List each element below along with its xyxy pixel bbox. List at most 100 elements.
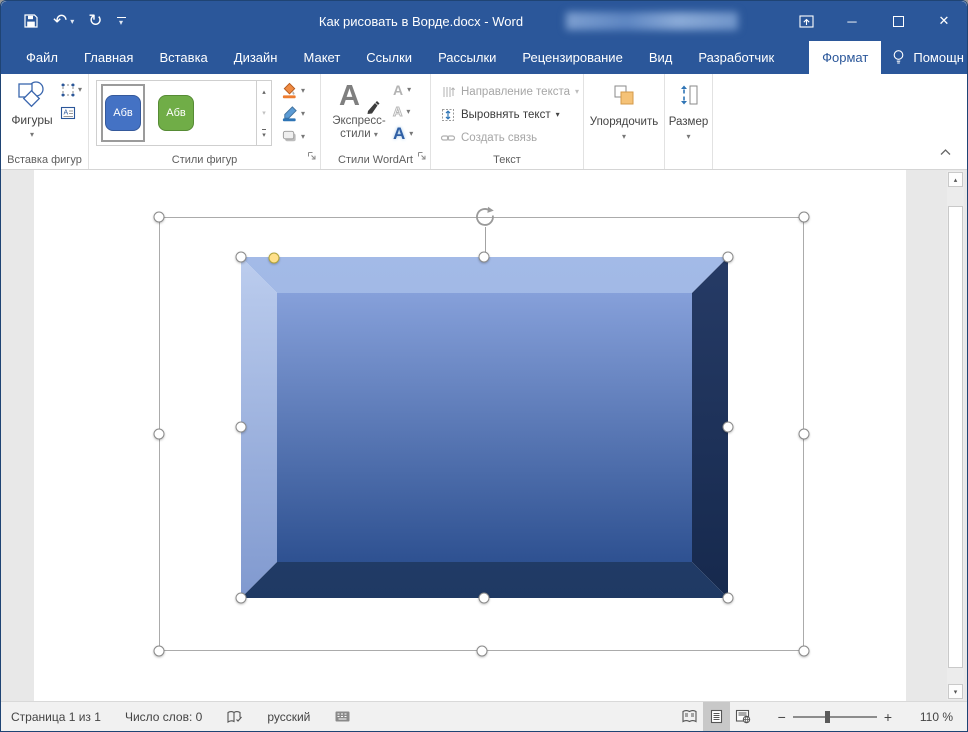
align-text-label: Выровнять текст [461, 109, 551, 121]
canvas-handle-mid-left[interactable] [154, 429, 165, 440]
beveled-rectangle-shape[interactable] [241, 257, 728, 598]
scrollbar-thumb[interactable] [948, 206, 963, 668]
text-direction-icon [440, 84, 456, 100]
size-caret-icon: ▾ [686, 133, 690, 141]
zoom-in-button[interactable]: + [877, 709, 899, 725]
canvas-handle-top-left[interactable] [154, 212, 165, 223]
wordart-dialog-launcher-icon[interactable] [417, 148, 427, 166]
collapse-ribbon-button[interactable] [940, 143, 951, 161]
canvas-handle-bottom-mid[interactable] [477, 646, 488, 657]
zoom-control: − + [771, 709, 899, 725]
group-size: Размер ▾ [665, 74, 713, 169]
shape-effects-button[interactable]: ▾ [281, 127, 305, 146]
window-controls: ─ ✕ [783, 1, 967, 41]
tab-file[interactable]: Файл [13, 41, 71, 74]
tab-insert[interactable]: Вставка [146, 41, 220, 74]
create-link-label: Создать связь [461, 132, 537, 144]
edit-shape-button[interactable]: ▾ [60, 82, 82, 98]
shape-styles-dialog-launcher-icon[interactable] [307, 148, 317, 166]
ribbon-display-options-button[interactable] [783, 1, 829, 41]
text-direction-button[interactable]: Направление текста ▾ [440, 83, 583, 100]
size-icon [678, 83, 700, 107]
group-text: Направление текста ▾ Выровнять текст ▾ С… [431, 74, 584, 169]
gallery-scroll-up-icon[interactable]: ▴ [257, 81, 271, 102]
text-box-button[interactable]: А [60, 105, 82, 121]
scroll-up-icon[interactable]: ▴ [948, 172, 963, 187]
save-icon[interactable] [23, 13, 39, 29]
tab-references[interactable]: Ссылки [353, 41, 425, 74]
text-effects-caret-icon: ▾ [409, 130, 413, 138]
rotation-handle[interactable] [474, 206, 496, 233]
shape-style-2[interactable]: Абв [154, 84, 198, 142]
proofing-status-button[interactable] [226, 709, 243, 725]
canvas-handle-mid-right[interactable] [799, 429, 810, 440]
maximize-button[interactable] [875, 1, 921, 41]
tab-view[interactable]: Вид [636, 41, 686, 74]
gallery-more-button[interactable]: ▾ [257, 124, 271, 145]
tell-me-helper[interactable]: Помощн [881, 49, 968, 66]
shape-handle-top-right[interactable] [723, 252, 734, 263]
text-fill-button[interactable]: А ▾ [393, 79, 413, 100]
text-effects-button[interactable]: А ▾ [393, 123, 413, 144]
shape-fill-button[interactable]: ▾ [281, 81, 305, 100]
text-outline-caret-icon: ▾ [406, 108, 410, 116]
shape-adjust-handle[interactable] [269, 253, 280, 264]
shape-face [277, 293, 692, 562]
undo-button[interactable]: ↶ ▾ [53, 11, 74, 31]
tab-layout[interactable]: Макет [290, 41, 353, 74]
shape-handle-bottom-left[interactable] [236, 593, 247, 604]
page-indicator[interactable]: Страница 1 из 1 [11, 710, 101, 724]
undo-caret-icon[interactable]: ▾ [70, 17, 74, 26]
text-outline-button[interactable]: А ▾ [393, 101, 413, 122]
edit-shape-caret-icon: ▾ [78, 86, 82, 94]
tab-review[interactable]: Рецензирование [509, 41, 635, 74]
arrange-caret-icon: ▾ [622, 133, 626, 141]
gallery-scroll-down-icon[interactable]: ▾ [257, 102, 271, 123]
language-indicator[interactable]: русский [267, 710, 310, 724]
scroll-down-icon[interactable]: ▾ [948, 684, 963, 699]
vertical-scrollbar[interactable]: ▴ ▾ [947, 171, 964, 700]
status-bar: Страница 1 из 1 Число слов: 0 русский [1, 701, 967, 731]
customize-qat-button[interactable]: ▾ [117, 17, 126, 25]
shape-handle-bottom-right[interactable] [723, 593, 734, 604]
tab-design[interactable]: Дизайн [221, 41, 291, 74]
create-link-button[interactable]: Создать связь [440, 129, 583, 146]
tab-home[interactable]: Главная [71, 41, 146, 74]
document-area: ▴ ▾ [1, 170, 967, 703]
arrange-button[interactable]: Упорядочить ▾ [584, 74, 664, 169]
tab-format-active[interactable]: Формат [809, 41, 881, 74]
redo-icon: ↻ [88, 11, 102, 31]
input-language-button[interactable] [334, 709, 351, 724]
word-count[interactable]: Число слов: 0 [125, 710, 202, 724]
shape-handle-mid-right[interactable] [723, 422, 734, 433]
chevron-up-icon [940, 149, 951, 156]
tab-mailings[interactable]: Рассылки [425, 41, 509, 74]
size-button[interactable]: Размер ▾ [665, 74, 712, 169]
shape-style-1-selected[interactable]: Абв [101, 84, 145, 142]
zoom-out-button[interactable]: − [771, 709, 793, 725]
zoom-percentage[interactable]: 110 % [905, 710, 953, 724]
shape-handle-mid-left[interactable] [236, 422, 247, 433]
minimize-button[interactable]: ─ [829, 1, 875, 41]
shape-handle-bottom-mid[interactable] [479, 593, 490, 604]
close-button[interactable]: ✕ [921, 1, 967, 41]
quick-styles-label-2: стили [340, 128, 371, 140]
tab-developer[interactable]: Разработчик [685, 41, 787, 74]
redo-button[interactable]: ↻ [88, 11, 102, 31]
print-layout-button[interactable] [703, 702, 730, 731]
canvas-handle-bottom-left[interactable] [154, 646, 165, 657]
zoom-slider-thumb[interactable] [825, 711, 830, 723]
shape-handle-top-left[interactable] [236, 252, 247, 263]
web-layout-button[interactable] [730, 702, 757, 731]
canvas-handle-bottom-right[interactable] [799, 646, 810, 657]
shape-outline-button[interactable]: ▾ [281, 104, 305, 123]
group-wordart-styles: А Экспресс- стили ▾ А ▾ А ▾ [321, 74, 431, 169]
zoom-slider[interactable] [793, 716, 877, 718]
style-thumb-green: Абв [158, 95, 194, 131]
shape-handle-top-mid[interactable] [479, 252, 490, 263]
canvas-handle-top-right[interactable] [799, 212, 810, 223]
read-mode-button[interactable] [676, 702, 703, 731]
rotate-icon [474, 206, 496, 228]
align-text-button[interactable]: Выровнять текст ▾ [440, 106, 583, 123]
help-label: Помощн [913, 50, 964, 65]
